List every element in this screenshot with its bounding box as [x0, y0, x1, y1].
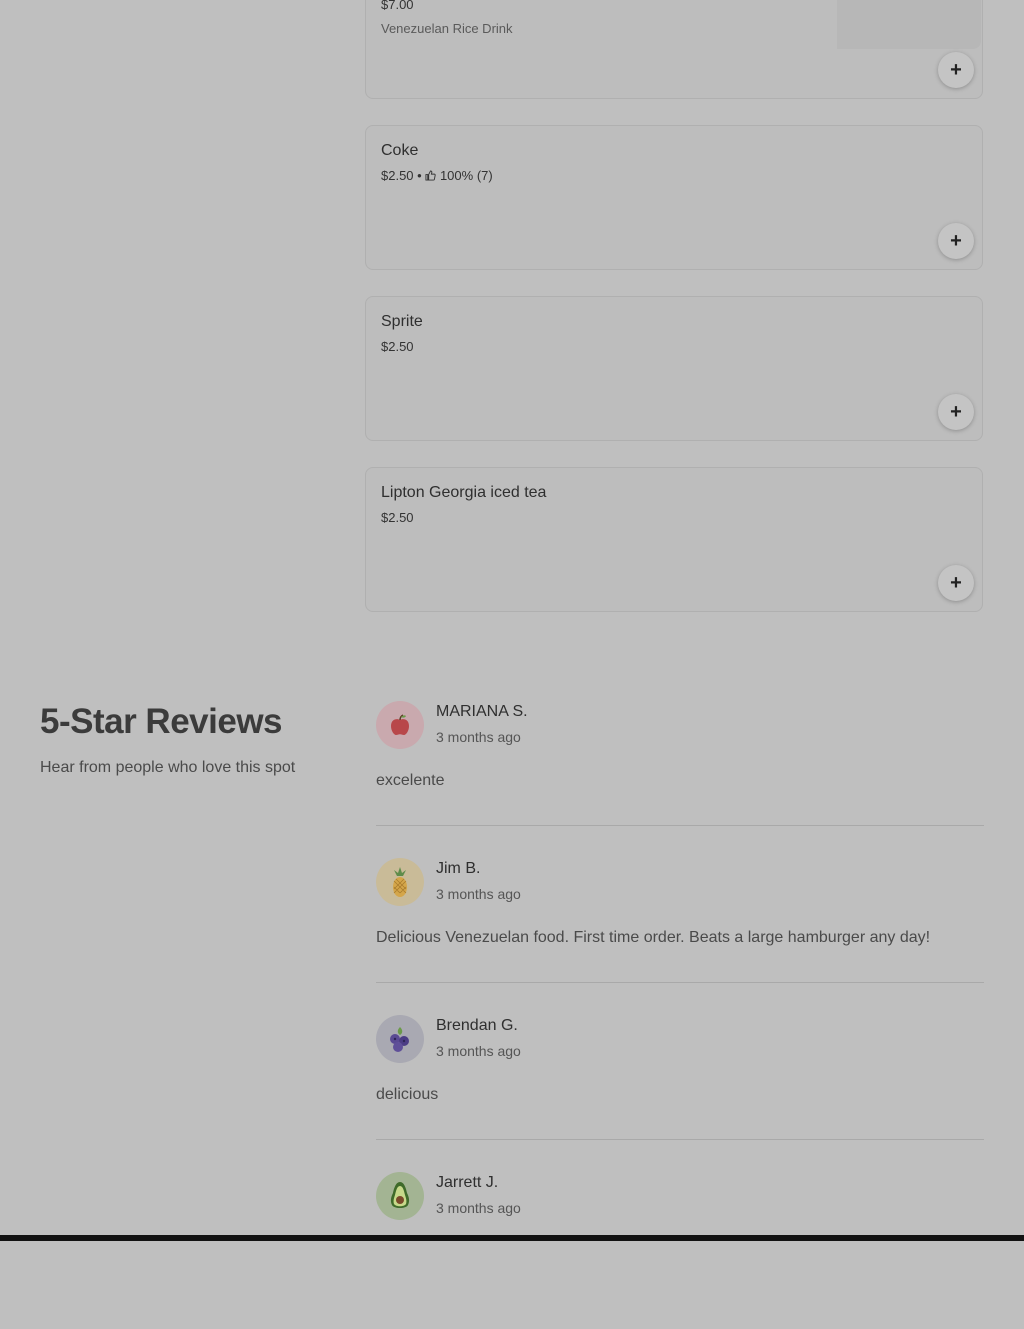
review-text: Delicious Venezuelan food. First time or…	[376, 929, 931, 946]
apple-icon	[391, 714, 409, 735]
avatar	[376, 858, 424, 906]
add-item-button[interactable]: +	[938, 394, 974, 430]
item-description: Venezuelan Rice Drink	[381, 21, 513, 36]
item-price: $7.00	[381, 0, 414, 12]
add-item-button[interactable]: +	[938, 223, 974, 259]
avatar	[376, 1172, 424, 1220]
review-time: 3 months ago	[436, 1200, 521, 1216]
item-name: Lipton Georgia iced tea	[381, 484, 547, 501]
divider	[376, 1139, 984, 1140]
avocado-icon	[390, 1182, 410, 1208]
item-price: $2.50	[381, 510, 414, 525]
divider	[376, 825, 984, 826]
blueberries-icon	[390, 1027, 409, 1052]
review-text: excelente	[376, 772, 445, 789]
avatar	[376, 701, 424, 749]
plus-icon: +	[950, 400, 962, 423]
item-image	[837, 0, 981, 49]
menu-item-card-lipton-iced-tea[interactable]: Lipton Georgia iced tea $2.50 +	[365, 467, 983, 612]
plus-icon: +	[950, 58, 962, 81]
item-meta: $2.50 • 100% (7)	[381, 168, 493, 183]
review-item: Brendan G. 3 months ago delicious	[376, 1015, 984, 1172]
item-rating: 100% (7)	[439, 168, 493, 183]
separator: •	[413, 168, 426, 183]
reviewer-name: Brendan G.	[436, 1017, 518, 1034]
reviewer-name: Jarrett J.	[436, 1174, 499, 1191]
menu-item-card-rice-drink[interactable]: $7.00 Venezuelan Rice Drink +	[365, 0, 983, 99]
add-item-button[interactable]: +	[938, 565, 974, 601]
menu-item-card-sprite[interactable]: Sprite $2.50 +	[365, 296, 983, 441]
avatar	[376, 1015, 424, 1063]
review-time: 3 months ago	[436, 729, 521, 745]
divider	[376, 982, 984, 983]
menu-item-card-coke[interactable]: Coke $2.50 • 100% (7) +	[365, 125, 983, 270]
review-item: Jarrett J. 3 months ago	[376, 1172, 984, 1329]
review-text: delicious	[376, 1086, 439, 1103]
add-item-button[interactable]: +	[938, 52, 974, 88]
reviews-subtitle: Hear from people who love this spot	[40, 759, 296, 776]
review-item: MARIANA S. 3 months ago excelente	[376, 701, 984, 858]
pineapple-icon	[393, 867, 407, 897]
reviewer-name: MARIANA S.	[436, 703, 528, 720]
review-time: 3 months ago	[436, 1043, 521, 1059]
reviews-title: 5-Star Reviews	[40, 702, 283, 741]
review-time: 3 months ago	[436, 886, 521, 902]
plus-icon: +	[950, 229, 962, 252]
bottom-bar	[0, 1235, 1024, 1241]
item-price: $2.50	[381, 168, 414, 183]
thumbs-up-icon	[425, 170, 436, 181]
item-price: $2.50	[381, 339, 414, 354]
reviewer-name: Jim B.	[436, 860, 481, 877]
item-name: Coke	[381, 142, 419, 159]
review-item: Jim B. 3 months ago Delicious Venezuelan…	[376, 858, 984, 1015]
plus-icon: +	[950, 571, 962, 594]
item-name: Sprite	[381, 313, 423, 330]
